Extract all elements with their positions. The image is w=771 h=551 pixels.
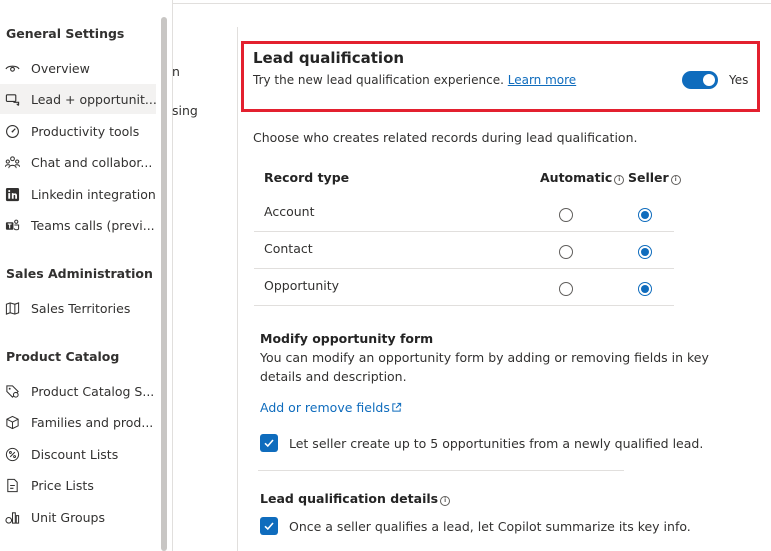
sidebar-divider [172, 0, 173, 551]
header-automatic: Automatic i [540, 170, 625, 185]
toggle-state-label: Yes [729, 73, 749, 87]
sidebar-item-price-lists[interactable]: Price Lists [0, 470, 156, 500]
sidebar-item-sales-territories[interactable]: Sales Territories [0, 293, 156, 323]
lead-qualification-title: Lead qualification [253, 49, 405, 67]
sidebar-item-label: Overview [31, 60, 90, 76]
lead-qualification-details-title-text: Lead qualification details [260, 491, 439, 506]
header-record-type: Record type [264, 170, 349, 185]
lead-qualification-details-title: Lead qualification details i [260, 491, 451, 506]
lead-qualification-description-text: Try the new lead qualification experienc… [253, 73, 504, 87]
linkedin-icon [4, 186, 20, 202]
sidebar-item-discount-lists[interactable]: Discount Lists [0, 439, 156, 469]
section-product-catalog: Product Catalog [6, 349, 120, 364]
teams-icon [4, 217, 20, 233]
copilot-summarize-label: Once a seller qualifies a lead, let Copi… [289, 519, 691, 534]
info-icon[interactable]: i [614, 175, 625, 185]
sidebar-item-label: Price Lists [31, 477, 94, 493]
record-row-contact-label: Contact [264, 241, 313, 256]
sidebar-item-label: Lead + opportunit... [31, 91, 156, 107]
external-link-icon [391, 402, 402, 413]
checkmark-icon [264, 439, 274, 448]
sidebar-item-teams-calls[interactable]: Teams calls (previ... [0, 210, 156, 240]
box-icon [4, 414, 20, 430]
table-row-divider [254, 231, 674, 232]
sidebar-item-label: Unit Groups [31, 509, 105, 525]
sidebar-item-product-catalog-settings[interactable]: Product Catalog S... [0, 376, 156, 406]
account-seller-radio[interactable] [638, 208, 652, 222]
section-general-settings: General Settings [6, 26, 125, 41]
modify-form-title: Modify opportunity form [260, 331, 434, 346]
contact-automatic-radio[interactable] [559, 245, 573, 259]
copilot-summarize-checkbox[interactable] [260, 517, 278, 535]
add-remove-fields-text: Add or remove fields [260, 400, 390, 415]
sidebar-item-unit-groups[interactable]: Unit Groups [0, 502, 156, 532]
sidebar-item-label: Chat and collabor... [31, 154, 153, 170]
sidebar-item-label: Product Catalog S... [31, 383, 155, 399]
price-list-icon [4, 477, 20, 493]
gauge-icon [4, 123, 20, 139]
info-icon[interactable]: i [440, 496, 451, 506]
lead-qualification-description: Try the new lead qualification experienc… [253, 73, 576, 87]
lead-qualification-toggle[interactable] [682, 71, 718, 89]
account-automatic-radio[interactable] [559, 208, 573, 222]
checkmark-icon [264, 522, 274, 531]
eye-icon [4, 60, 20, 76]
contact-seller-radio[interactable] [638, 245, 652, 259]
sidebar-item-label: Teams calls (previ... [31, 217, 155, 233]
sidebar-item-label: Sales Territories [31, 300, 131, 316]
header-seller-text: Seller [628, 170, 669, 185]
unit-groups-icon [4, 509, 20, 525]
header-record-type-text: Record type [264, 170, 350, 185]
section-sales-administration: Sales Administration [6, 266, 153, 281]
sidebar-item-chat-collaboration[interactable]: Chat and collabor... [0, 147, 156, 177]
header-seller: Seller i [628, 170, 681, 185]
opportunity-seller-radio[interactable] [638, 282, 652, 296]
sidebar-scrollbar[interactable] [161, 17, 167, 551]
sidebar-item-lead-opportunity[interactable]: Lead + opportunit... [0, 84, 156, 114]
record-creation-intro: Choose who creates related records durin… [253, 130, 638, 145]
sidebar-item-linkedin[interactable]: Linkedin integration [0, 179, 156, 209]
toggle-knob [703, 74, 715, 86]
record-row-account-label: Account [264, 204, 315, 219]
info-icon[interactable]: i [670, 175, 681, 185]
seller-create-opportunities-checkbox[interactable] [260, 434, 278, 452]
map-icon [4, 300, 20, 316]
header-automatic-text: Automatic [540, 170, 613, 185]
sidebar-item-families-products[interactable]: Families and prod... [0, 407, 156, 437]
seller-create-opportunities-label: Let seller create up to 5 opportunities … [289, 436, 704, 451]
add-remove-fields-link[interactable]: Add or remove fields [260, 400, 402, 415]
settings-sidebar: General Settings Overview Lead + opportu… [0, 0, 160, 551]
table-row-divider [254, 268, 674, 269]
sidebar-item-label: Productivity tools [31, 123, 140, 139]
section-separator [258, 470, 624, 471]
sidebar-item-overview[interactable]: Overview [0, 53, 156, 83]
middle-text-fragment: sing [172, 103, 198, 118]
opportunity-automatic-radio[interactable] [559, 282, 573, 296]
sidebar-item-label: Families and prod... [31, 414, 154, 430]
sidebar-item-label: Discount Lists [31, 446, 119, 462]
sidebar-item-label: Linkedin integration [31, 186, 156, 202]
sidebar-item-productivity-tools[interactable]: Productivity tools [0, 116, 156, 146]
record-row-opportunity-label: Opportunity [264, 278, 340, 293]
percent-icon [4, 446, 20, 462]
content-divider [237, 27, 238, 551]
modify-form-description: You can modify an opportunity form by ad… [260, 350, 709, 384]
people-network-icon [4, 154, 20, 170]
catalog-settings-icon [4, 383, 20, 399]
learn-more-link[interactable]: Learn more [508, 73, 576, 87]
window-top-border [173, 3, 771, 4]
middle-heading-fragment: n [172, 64, 180, 79]
lead-opportunity-icon [4, 91, 20, 107]
table-row-divider [254, 305, 674, 306]
